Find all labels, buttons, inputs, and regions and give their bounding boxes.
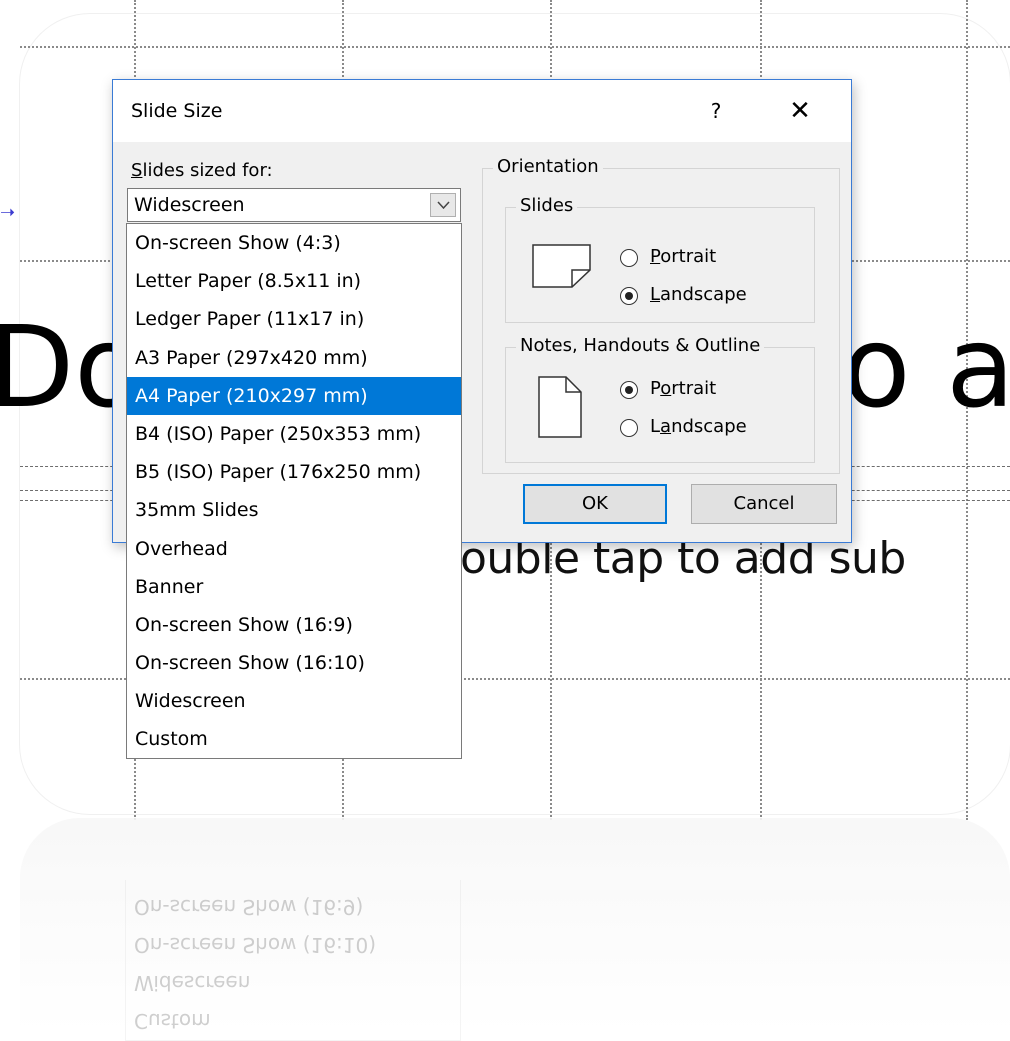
- dropdown-item-on-screen-16-9[interactable]: On-screen Show (16:9): [127, 606, 461, 644]
- dropdown-item-letter-paper[interactable]: Letter Paper (8.5x11 in): [127, 262, 461, 300]
- sized-label-rest: lides sized for:: [142, 160, 273, 181]
- reflection-item: On-screen Show (16:10): [134, 933, 377, 957]
- radio-label: Landscape: [650, 416, 747, 437]
- orientation-group: Orientation Slides Portrait Landscape No…: [482, 156, 840, 474]
- dropdown-item-on-screen-4-3[interactable]: On-screen Show (4:3): [127, 224, 461, 262]
- slides-sized-for-label: Slides sized for:: [131, 160, 273, 181]
- radio-indicator: [620, 419, 638, 437]
- dropdown-item-banner[interactable]: Banner: [127, 568, 461, 606]
- slides-group-title: Slides: [516, 195, 578, 216]
- reflection-item: Widescreen: [134, 971, 251, 995]
- dropdown-item-a3-paper[interactable]: A3 Paper (297x420 mm): [127, 339, 461, 377]
- landscape-page-icon: [532, 244, 591, 288]
- orientation-group-title: Orientation: [493, 156, 603, 177]
- slide-size-dropdown-list[interactable]: On-screen Show (4:3) Letter Paper (8.5x1…: [126, 223, 462, 759]
- dialog-titlebar[interactable]: Slide Size ? ✕: [113, 80, 851, 142]
- radio-label: Portrait: [650, 246, 717, 267]
- mnemonic-s: S: [131, 160, 143, 181]
- grid-guide: [20, 46, 1010, 48]
- dropdown-item-b5-paper[interactable]: B5 (ISO) Paper (176x250 mm): [127, 453, 461, 491]
- slide-title-right: o a: [842, 303, 1010, 433]
- slide-size-combobox[interactable]: Widescreen: [127, 188, 461, 222]
- dropdown-item-b4-paper[interactable]: B4 (ISO) Paper (250x353 mm): [127, 415, 461, 453]
- portrait-page-icon: [538, 376, 582, 438]
- radio-label: Landscape: [650, 284, 747, 305]
- radio-label: Portrait: [650, 378, 717, 399]
- dropdown-item-35mm-slides[interactable]: 35mm Slides: [127, 491, 461, 529]
- dropdown-item-widescreen[interactable]: Widescreen: [127, 682, 461, 720]
- dropdown-reflection: Custom Widescreen On-screen Show (16:10)…: [125, 880, 461, 1041]
- radio-indicator: [620, 249, 638, 267]
- combobox-value: Widescreen: [134, 194, 245, 216]
- chevron-down-icon[interactable]: [430, 193, 456, 217]
- dropdown-item-ledger-paper[interactable]: Ledger Paper (11x17 in): [127, 300, 461, 338]
- dialog-title: Slide Size: [131, 100, 223, 122]
- reflection-item: Custom: [134, 1009, 211, 1033]
- arrow-icon: ➝: [0, 202, 16, 223]
- dropdown-item-a4-paper[interactable]: A4 Paper (210x297 mm): [127, 376, 461, 415]
- slides-orientation-group: Slides Portrait Landscape: [505, 195, 815, 323]
- dropdown-item-on-screen-16-10[interactable]: On-screen Show (16:10): [127, 644, 461, 682]
- dropdown-item-custom[interactable]: Custom: [127, 720, 461, 758]
- help-button[interactable]: ?: [701, 88, 731, 134]
- radio-indicator: [620, 287, 638, 305]
- close-button[interactable]: ✕: [777, 88, 823, 134]
- radio-indicator: [620, 381, 638, 399]
- ok-button[interactable]: OK: [523, 484, 667, 524]
- notes-orientation-group: Notes, Handouts & Outline Portrait Lands…: [505, 335, 815, 463]
- reflection-item: On-screen Show (16:9): [134, 895, 364, 919]
- notes-group-title: Notes, Handouts & Outline: [516, 335, 765, 356]
- dropdown-item-overhead[interactable]: Overhead: [127, 530, 461, 568]
- cancel-button[interactable]: Cancel: [691, 484, 837, 524]
